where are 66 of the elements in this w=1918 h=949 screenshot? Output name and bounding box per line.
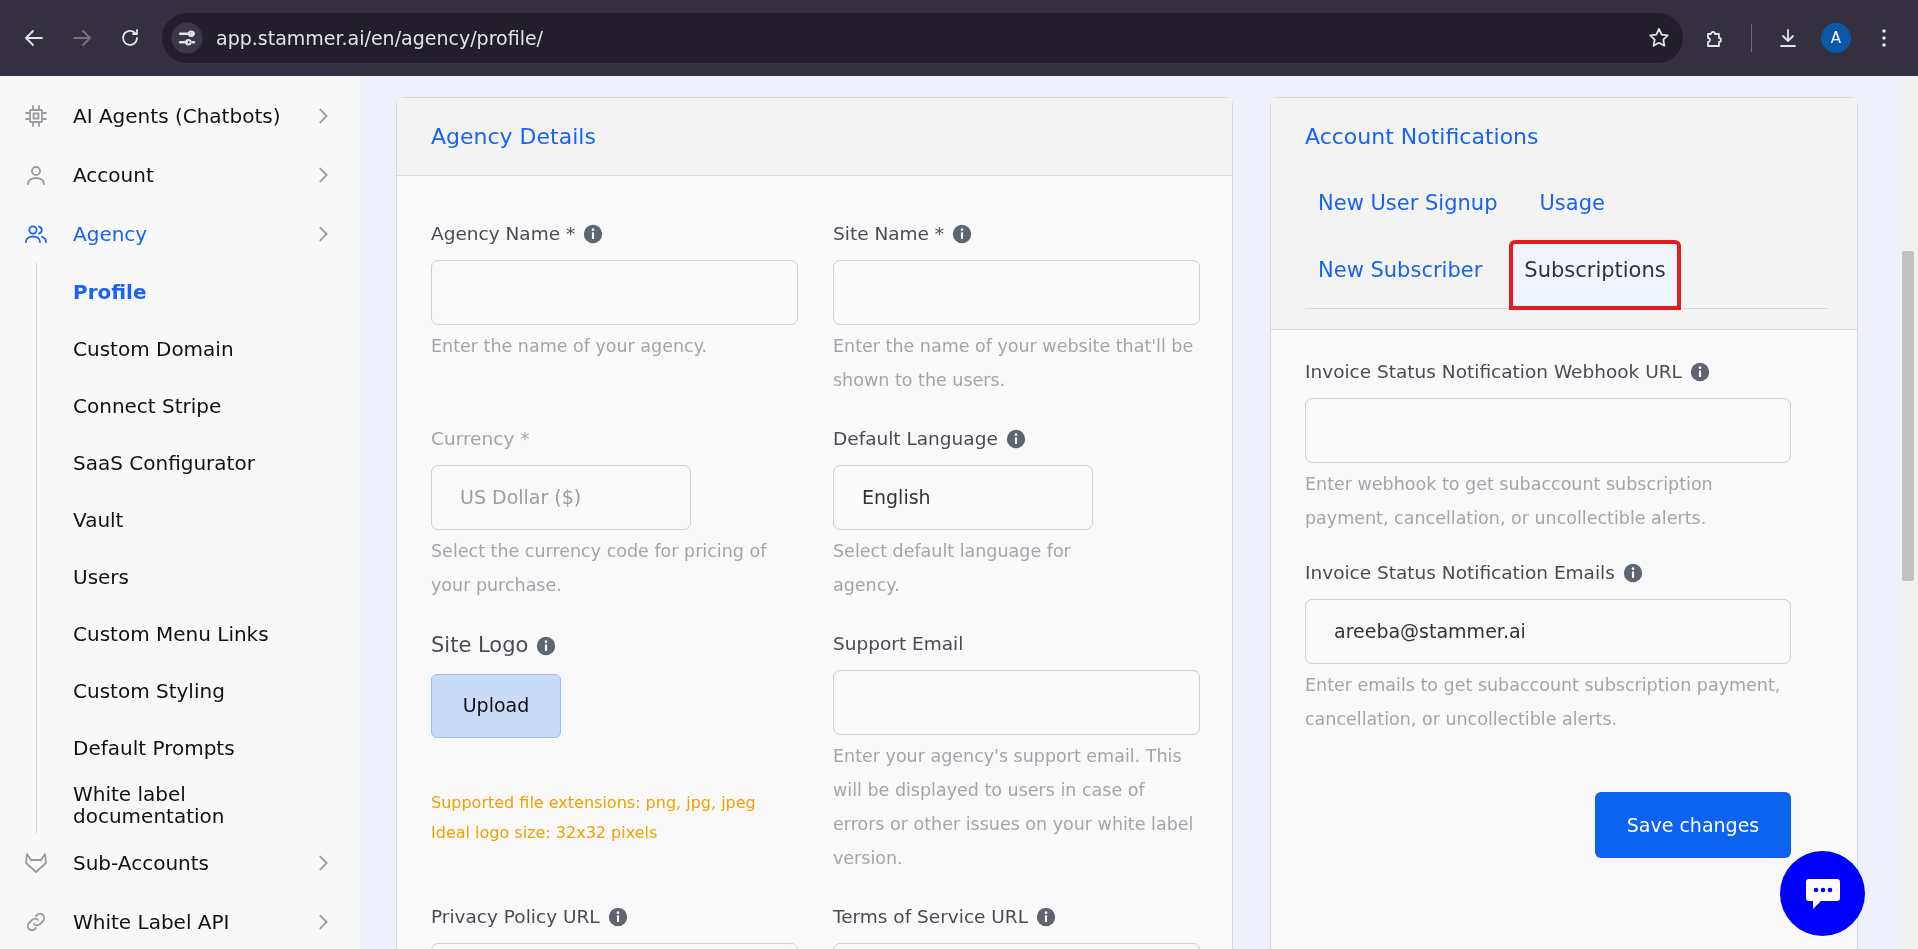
- input-field[interactable]: [1305, 397, 1791, 463]
- info-icon[interactable]: [952, 223, 973, 244]
- field-label: Terms of Service URL: [833, 905, 1029, 930]
- sidebar-subitem[interactable]: Vault: [73, 508, 124, 531]
- sidebar-subitem[interactable]: White label documentation: [73, 782, 323, 827]
- tab[interactable]: New User Signup: [1305, 175, 1511, 232]
- chat-bubble-icon: [1804, 876, 1841, 911]
- chip-icon: [24, 103, 48, 128]
- site-settings-icon[interactable]: [170, 21, 204, 55]
- scrollbar[interactable]: [1898, 76, 1918, 949]
- sidebar-subitem[interactable]: Custom Menu Links: [73, 622, 269, 645]
- input-field[interactable]: areeba@stammer.ai: [1305, 598, 1791, 664]
- sidebar-item[interactable]: AI Agents (Chatbots): [0, 86, 360, 145]
- sidebar-subitem[interactable]: Connect Stripe: [73, 394, 222, 417]
- sidebar-subitem[interactable]: Default Prompts: [73, 736, 235, 759]
- help-text: Enter the name of your website that'll be shown to the users.: [833, 334, 1195, 392]
- upload-note: Ideal logo size: 32x32 pixels: [431, 821, 659, 844]
- upload-note: Supported file extensions: png, jpg, jpeg: [431, 791, 757, 814]
- profile-avatar[interactable]: A: [1821, 23, 1851, 53]
- info-icon[interactable]: [1689, 361, 1710, 382]
- info-icon[interactable]: [607, 907, 628, 928]
- help-text: Select the currency code for pricing of your purchase.: [431, 539, 768, 597]
- tab[interactable]: New Subscriber: [1305, 241, 1496, 298]
- select-field[interactable]: English: [833, 464, 1093, 530]
- cat-face-icon: [24, 850, 48, 875]
- input-field[interactable]: [833, 259, 1200, 325]
- info-icon[interactable]: [1622, 562, 1643, 583]
- help-text: Enter the name of your agency.: [431, 334, 709, 358]
- card-title: Account Notifications: [1305, 123, 1540, 151]
- tab[interactable]: Subscriptions: [1511, 241, 1679, 308]
- star-icon[interactable]: [1647, 26, 1671, 50]
- save-button[interactable]: Save changes: [1595, 792, 1791, 858]
- input-field[interactable]: [833, 669, 1200, 735]
- help-text: Enter webhook to get subaccount subscription payment, cancellation, or uncollectible alerts.: [1305, 472, 1714, 530]
- scrollbar-thumb[interactable]: [1902, 251, 1914, 581]
- field-label: Support Email: [833, 632, 964, 656]
- sidebar-item[interactable]: Sub-Accounts: [0, 833, 360, 892]
- help-text: Select default language for agency.: [833, 539, 1072, 597]
- field-label: Invoice Status Notification Emails: [1305, 561, 1615, 585]
- card-title: Agency Details: [431, 123, 597, 151]
- help-text: Enter your agency's support email. This will be displayed to users in case of errors or other issues on your white label version.: [833, 744, 1195, 871]
- info-icon[interactable]: [1036, 907, 1057, 928]
- info-icon[interactable]: [583, 223, 604, 244]
- sidebar-subitem[interactable]: Users: [73, 565, 129, 588]
- sidebar-subitem[interactable]: Custom Domain: [73, 337, 234, 360]
- url-text: app.stammer.ai/en/agency/profile/: [216, 25, 543, 51]
- field-label: Site Name *: [833, 222, 945, 246]
- field-label: Privacy Policy URL: [431, 905, 600, 930]
- field-label: Currency *: [431, 427, 530, 451]
- sidebar-subitem[interactable]: Custom Styling: [73, 679, 225, 702]
- info-icon[interactable]: [1005, 428, 1026, 449]
- sidebar-item[interactable]: Account: [0, 145, 360, 204]
- input-field[interactable]: [431, 259, 798, 325]
- field-label: Agency Name *: [431, 222, 576, 246]
- sidebar-item[interactable]: White Label API: [0, 892, 360, 949]
- help-text: Enter emails to get subaccount subscription payment, cancellation, or uncollectible alerts.: [1305, 673, 1782, 731]
- address-bar[interactable]: app.stammer.ai/en/agency/profile/: [162, 13, 1683, 63]
- field-label: Default Language: [833, 427, 998, 451]
- field-label: Site Logo: [431, 632, 529, 659]
- info-icon[interactable]: [536, 635, 557, 656]
- upload-button[interactable]: Upload: [431, 673, 561, 738]
- sidebar-item[interactable]: Agency: [0, 204, 360, 263]
- sidebar-subitem[interactable]: Profile: [73, 280, 147, 303]
- tab[interactable]: Usage: [1526, 175, 1618, 232]
- field-label: Invoice Status Notification Webhook URL: [1305, 360, 1682, 384]
- sidebar-subitem[interactable]: SaaS Configurator: [73, 451, 255, 474]
